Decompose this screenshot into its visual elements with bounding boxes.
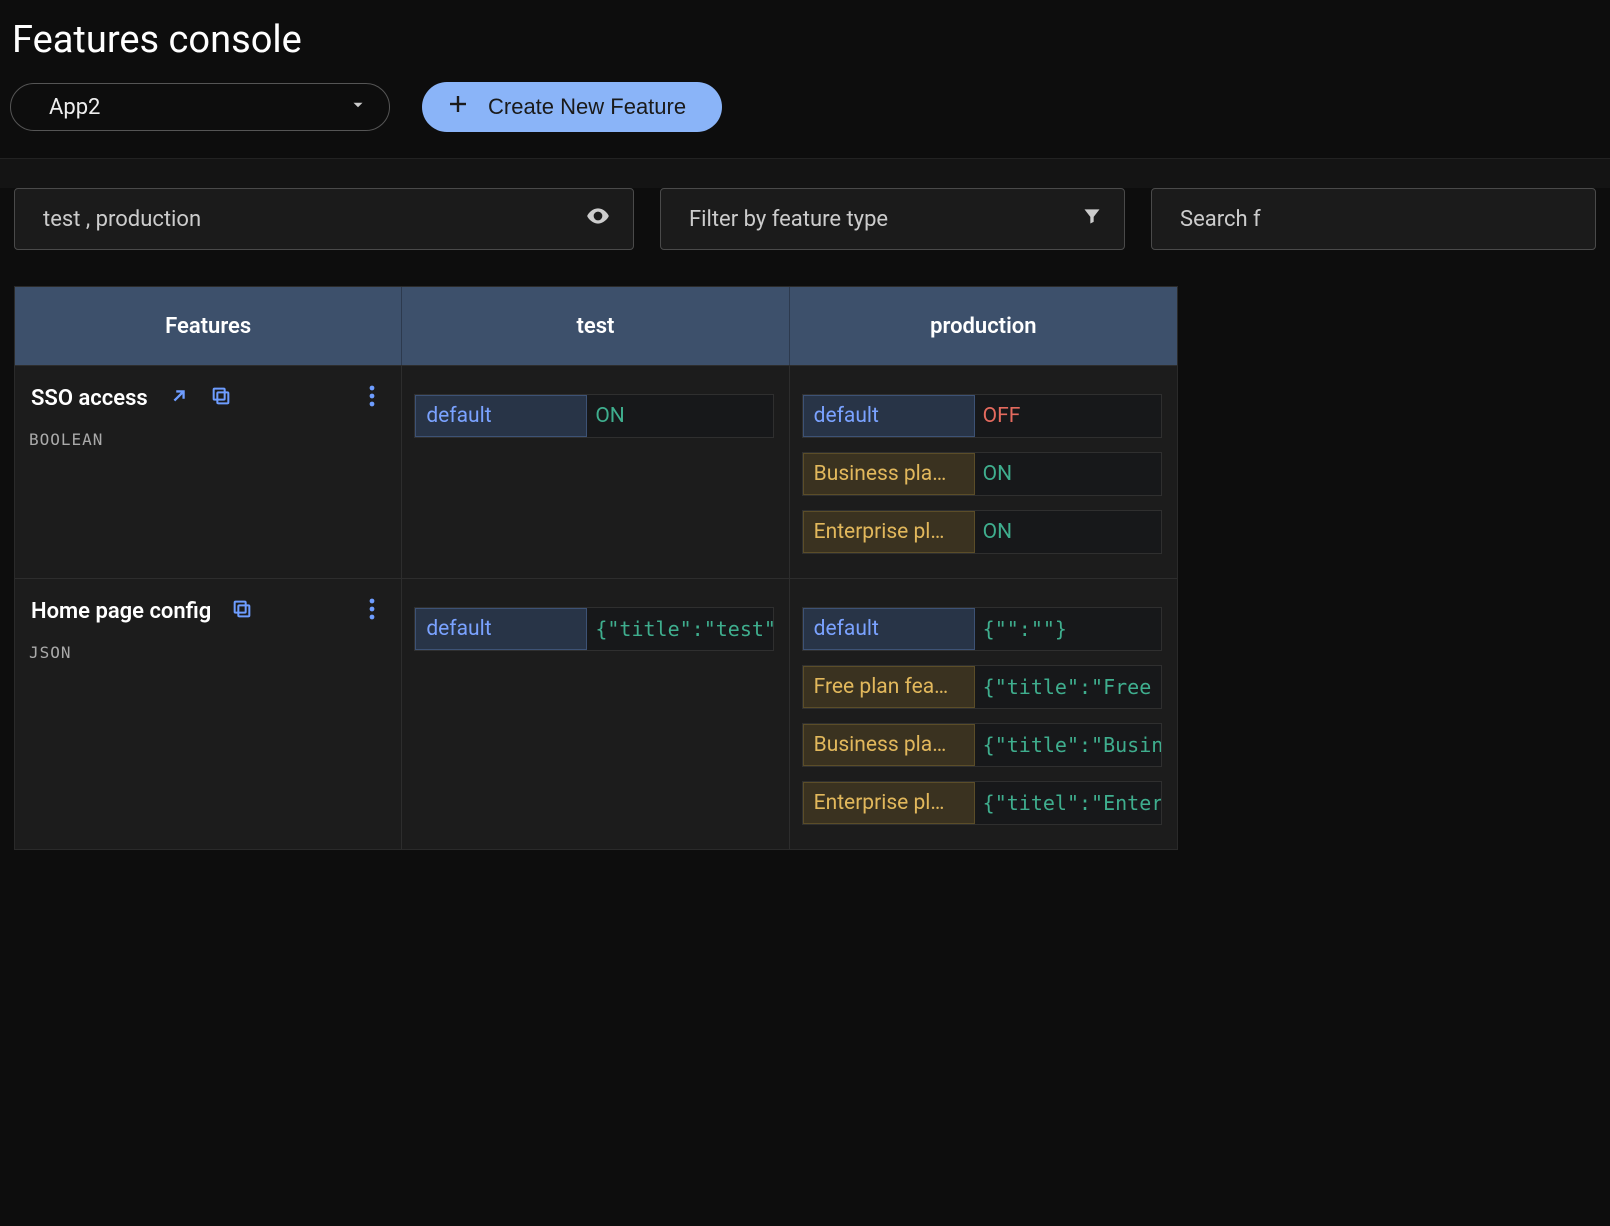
- override-chip[interactable]: Free plan fea…{"title":"Free pla…: [802, 665, 1162, 709]
- th-env-0: test: [402, 287, 789, 365]
- filter-icon: [1082, 206, 1102, 232]
- chip-value: {"title":"test"}: [587, 608, 773, 650]
- chip-key: Enterprise pl…: [803, 782, 975, 824]
- create-feature-label: Create New Feature: [488, 94, 686, 120]
- chip-value: ON: [975, 511, 1161, 553]
- override-chip[interactable]: defaultON: [414, 394, 774, 438]
- copy-icon[interactable]: [210, 385, 232, 411]
- chip-key: default: [803, 608, 975, 650]
- override-chip[interactable]: Enterprise pl…{"titel":"Enterpri…: [802, 781, 1162, 825]
- override-chip[interactable]: default{"title":"test"}: [414, 607, 774, 651]
- env-cell-production: default{"":""}Free plan fea…{"title":"Fr…: [790, 579, 1177, 849]
- search-input[interactable]: Search f: [1151, 188, 1596, 250]
- chip-key: Free plan fea…: [803, 666, 975, 708]
- feature-name: SSO access: [31, 386, 148, 411]
- chip-key: default: [803, 395, 975, 437]
- chip-key: Enterprise pl…: [803, 511, 975, 553]
- override-chip[interactable]: default{"":""}: [802, 607, 1162, 651]
- chevron-down-icon: [349, 95, 367, 120]
- table-header: Features test production: [15, 287, 1177, 365]
- th-features: Features: [15, 287, 402, 365]
- table-row: Home page configJSONdefault{"title":"tes…: [15, 578, 1177, 849]
- top-controls: App2 Create New Feature: [0, 70, 1610, 158]
- chip-key: Business pla…: [803, 453, 975, 495]
- chip-value: ON: [587, 395, 773, 437]
- chip-value: {"title":"Busines…: [975, 724, 1161, 766]
- env-cell-test: default{"title":"test"}: [402, 579, 789, 849]
- env-cell-production: defaultOFFBusiness pla…ONEnterprise pl…O…: [790, 366, 1177, 578]
- create-feature-button[interactable]: Create New Feature: [422, 82, 722, 132]
- chip-value: {"titel":"Enterpri…: [975, 782, 1161, 824]
- section-divider: [0, 158, 1610, 188]
- app-select[interactable]: App2: [10, 83, 390, 131]
- env-cell-test: defaultON: [402, 366, 789, 578]
- open-link-icon[interactable]: [168, 385, 190, 411]
- feature-type: JSON: [27, 625, 389, 666]
- chip-value: OFF: [975, 395, 1161, 437]
- chip-key: default: [415, 608, 587, 650]
- th-env-1: production: [790, 287, 1177, 365]
- override-chip[interactable]: defaultOFF: [802, 394, 1162, 438]
- chip-key: default: [415, 395, 587, 437]
- chip-key: Business pla…: [803, 724, 975, 766]
- kebab-menu[interactable]: [369, 384, 385, 412]
- page-title: Features console: [0, 0, 1610, 70]
- table-row: SSO accessBOOLEANdefaultONdefaultOFFBusi…: [15, 365, 1177, 578]
- type-filter-placeholder: Filter by feature type: [689, 207, 888, 232]
- override-chip[interactable]: Business pla…ON: [802, 452, 1162, 496]
- override-chip[interactable]: Enterprise pl…ON: [802, 510, 1162, 554]
- override-chip[interactable]: Business pla…{"title":"Busines…: [802, 723, 1162, 767]
- plus-icon: [446, 92, 470, 122]
- type-filter[interactable]: Filter by feature type: [660, 188, 1125, 250]
- copy-icon[interactable]: [231, 598, 253, 624]
- chip-value: {"":""}: [975, 608, 1161, 650]
- eye-icon: [585, 203, 611, 235]
- features-table: Features test production SSO accessBOOLE…: [14, 286, 1178, 850]
- feature-cell: Home page configJSON: [15, 579, 402, 849]
- filter-row: test , production Filter by feature type…: [0, 188, 1610, 250]
- kebab-menu[interactable]: [369, 597, 385, 625]
- app-select-value: App2: [49, 95, 100, 120]
- feature-name: Home page config: [31, 599, 211, 624]
- chip-value: ON: [975, 453, 1161, 495]
- env-filter[interactable]: test , production: [14, 188, 634, 250]
- feature-type: BOOLEAN: [27, 412, 389, 453]
- search-placeholder: Search f: [1180, 207, 1261, 232]
- chip-value: {"title":"Free pla…: [975, 666, 1161, 708]
- feature-cell: SSO accessBOOLEAN: [15, 366, 402, 578]
- env-filter-value: test , production: [43, 207, 201, 232]
